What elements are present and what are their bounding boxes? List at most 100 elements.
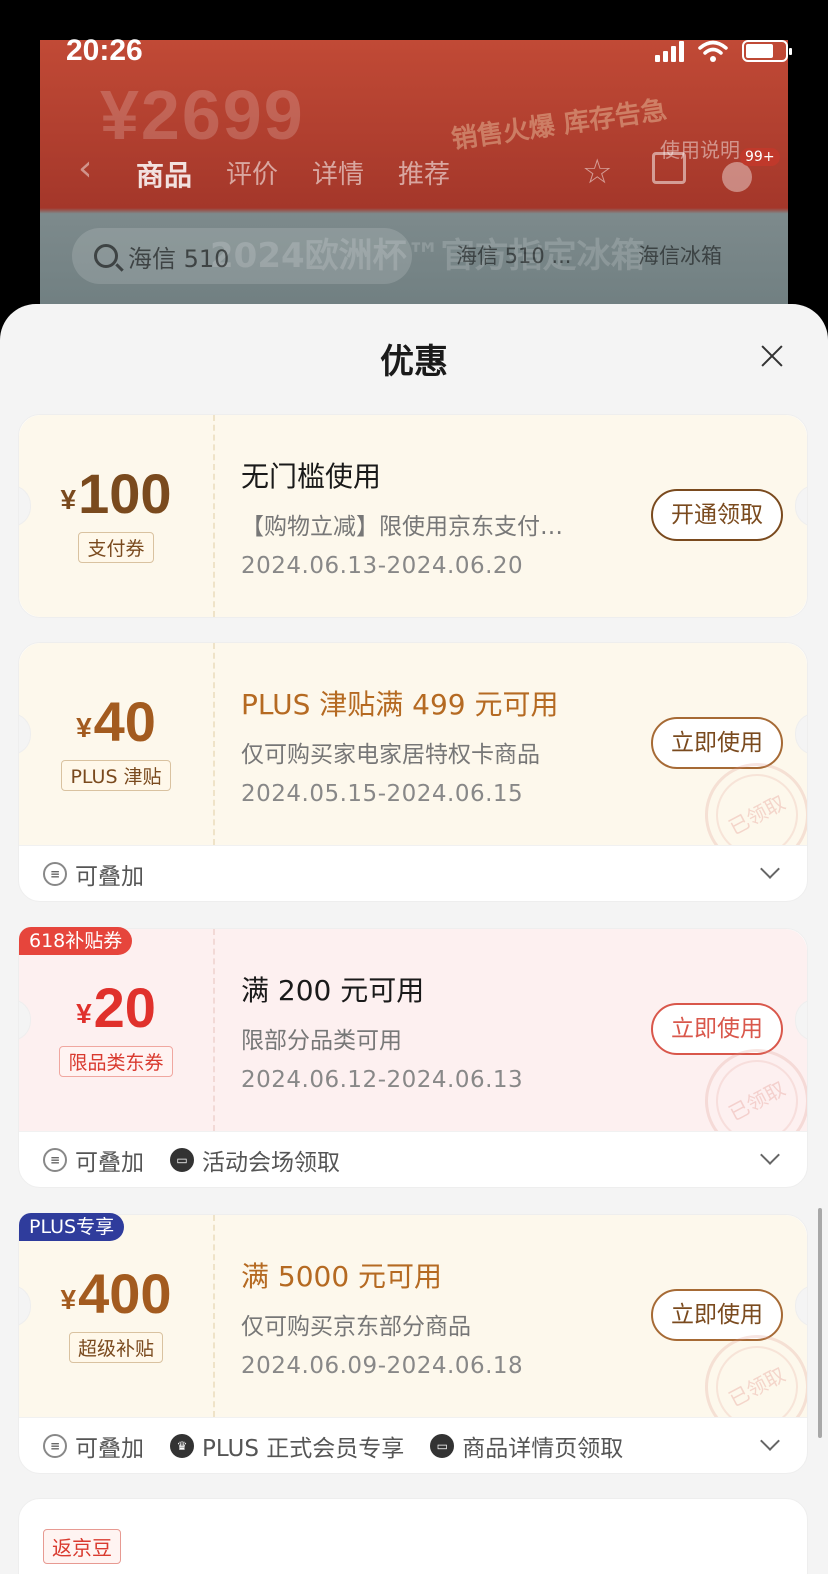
feature-venue: ▭ 活动会场领取 bbox=[170, 1143, 340, 1177]
coupon-amount-block: ¥400 超级补贴 bbox=[19, 1261, 213, 1363]
coupon-type-tag: 限品类东券 bbox=[59, 1046, 173, 1077]
feature-label: 可叠加 bbox=[75, 1149, 144, 1176]
coupon-info: 无门槛使用 【购物立减】限使用京东支付… 2024.06.13-2024.06.… bbox=[241, 455, 641, 579]
coupon-title: PLUS 津贴满 499 元可用 bbox=[241, 688, 559, 721]
feature-label: 活动会场领取 bbox=[202, 1149, 340, 1176]
chevron-down-icon[interactable] bbox=[760, 1431, 780, 1451]
stackable-icon: ≡ bbox=[43, 861, 67, 886]
banner-price: ¥2699 bbox=[100, 76, 305, 154]
tab-details[interactable]: 详情 bbox=[312, 154, 364, 194]
coupon-footer: ≡ 可叠加 bbox=[19, 845, 807, 901]
cart-badge: 99+ bbox=[740, 148, 780, 166]
chevron-down-icon[interactable] bbox=[760, 1145, 780, 1165]
claim-button[interactable]: 开通领取 bbox=[651, 489, 783, 541]
coupon-footer: ≡ 可叠加 ▭ 活动会场领取 bbox=[19, 1131, 807, 1187]
coupon-card: PLUS专享 ¥400 超级补贴 满 5000 元可用 仅可购买京东部分商品 2… bbox=[18, 1213, 808, 1474]
coupon-amount: ¥400 bbox=[19, 1261, 213, 1326]
more-icon[interactable] bbox=[722, 162, 752, 192]
close-icon[interactable] bbox=[758, 342, 786, 370]
coupon-amount: ¥20 bbox=[19, 975, 213, 1040]
use-now-button[interactable]: 立即使用 bbox=[651, 1289, 783, 1341]
corner-tag: PLUS专享 bbox=[19, 1213, 125, 1241]
coupon-ticket: ¥40 PLUS 津贴 PLUS 津贴满 499 元可用 仅可购买家电家居特权卡… bbox=[19, 643, 807, 845]
amount-value: 40 bbox=[93, 690, 156, 753]
use-now-button[interactable]: 立即使用 bbox=[651, 717, 783, 769]
coupon-amount-block: ¥40 PLUS 津贴 bbox=[19, 689, 213, 791]
amount-value: 400 bbox=[78, 1262, 172, 1325]
ticket-divider bbox=[213, 643, 215, 845]
coupon-type-tag: 支付券 bbox=[78, 532, 154, 563]
tab-recommend[interactable]: 推荐 bbox=[398, 154, 450, 194]
feature-label: 可叠加 bbox=[75, 863, 144, 890]
status-time: 20:26 bbox=[66, 34, 143, 67]
coupon-desc: 仅可购买京东部分商品 bbox=[241, 1314, 471, 1340]
coupon-date: 2024.06.09-2024.06.18 bbox=[241, 1353, 524, 1379]
crown-icon: ♛ bbox=[170, 1433, 194, 1458]
feature-stackable: ≡ 可叠加 bbox=[43, 1143, 144, 1177]
coupon-info: PLUS 津贴满 499 元可用 仅可购买家电家居特权卡商品 2024.05.1… bbox=[241, 683, 641, 807]
status-bar: 20:26 bbox=[0, 0, 828, 80]
stackable-icon: ≡ bbox=[43, 1433, 67, 1458]
currency-symbol: ¥ bbox=[60, 1284, 77, 1315]
chevron-down-icon[interactable] bbox=[760, 859, 780, 879]
coupon-info: 满 200 元可用 限部分品类可用 2024.06.12-2024.06.13 bbox=[241, 969, 641, 1093]
currency-symbol: ¥ bbox=[76, 712, 92, 743]
tab-reviews[interactable]: 评价 bbox=[226, 154, 278, 194]
feature-stackable: ≡ 可叠加 bbox=[43, 857, 144, 891]
product-tabs: 商品 评价 详情 推荐 bbox=[136, 154, 450, 194]
amount-value: 20 bbox=[93, 976, 156, 1039]
coupon-date: 2024.06.13-2024.06.20 bbox=[241, 553, 524, 579]
cellular-signal-icon bbox=[655, 40, 684, 62]
ticket-divider bbox=[213, 415, 215, 617]
coupon-card: ¥100 支付券 无门槛使用 【购物立减】限使用京东支付… 2024.06.13… bbox=[18, 414, 808, 618]
coupon-sheet: 优惠 ¥100 支付券 无门槛使用 【购物立减】限使用京东支付… 2024.06… bbox=[0, 304, 828, 1574]
coupon-amount-block: ¥20 限品类东券 bbox=[19, 975, 213, 1077]
coupon-amount-block: ¥100 支付券 bbox=[19, 461, 213, 563]
sheet-title: 优惠 bbox=[380, 342, 448, 382]
use-now-button[interactable]: 立即使用 bbox=[651, 1003, 783, 1055]
currency-symbol: ¥ bbox=[76, 998, 92, 1029]
coupon-date: 2024.05.15-2024.06.15 bbox=[241, 781, 524, 807]
coupon-amount: ¥40 bbox=[19, 689, 213, 754]
stackable-icon: ≡ bbox=[43, 1147, 67, 1172]
coupon-footer: ≡ 可叠加 ♛ PLUS 正式会员专享 ▭ 商品详情页领取 bbox=[19, 1417, 807, 1473]
corner-tag: 618补贴券 bbox=[19, 927, 133, 955]
ticket-icon: ▭ bbox=[430, 1433, 455, 1458]
coupon-desc: 仅可购买家电家居特权卡商品 bbox=[241, 742, 540, 768]
coupon-type-tag: PLUS 津贴 bbox=[61, 760, 171, 791]
scrollbar[interactable] bbox=[818, 1208, 822, 1438]
coupon-type-tag: 超级补贴 bbox=[68, 1332, 163, 1363]
feature-plus-member: ♛ PLUS 正式会员专享 bbox=[170, 1429, 404, 1463]
coupon-ticket: ¥400 超级补贴 满 5000 元可用 仅可购买京东部分商品 2024.06.… bbox=[19, 1215, 807, 1417]
help-link[interactable]: 使用说明 bbox=[660, 134, 740, 163]
feature-stackable: ≡ 可叠加 bbox=[43, 1429, 144, 1463]
coupon-ticket: ¥100 支付券 无门槛使用 【购物立减】限使用京东支付… 2024.06.13… bbox=[19, 415, 807, 617]
coupon-card: 返京豆 bbox=[18, 1498, 808, 1574]
amount-value: 100 bbox=[78, 462, 172, 525]
favorite-star-icon[interactable]: ☆ bbox=[582, 152, 612, 192]
feature-detail-page: ▭ 商品详情页领取 bbox=[430, 1429, 623, 1463]
search-chip[interactable]: 海信 510 ... bbox=[456, 240, 571, 270]
currency-symbol: ¥ bbox=[60, 484, 77, 515]
coupon-date: 2024.06.12-2024.06.13 bbox=[241, 1067, 524, 1093]
search-bar[interactable]: 海信 510 bbox=[72, 228, 412, 284]
coupon-type-tag: 返京豆 bbox=[43, 1529, 121, 1564]
ticket-icon: ▭ bbox=[170, 1147, 194, 1172]
wifi-icon bbox=[698, 40, 728, 62]
coupon-info: 满 5000 元可用 仅可购买京东部分商品 2024.06.09-2024.06… bbox=[241, 1255, 641, 1379]
search-chip[interactable]: 海信冰箱 bbox=[638, 240, 722, 270]
coupon-card: ¥40 PLUS 津贴 PLUS 津贴满 499 元可用 仅可购买家电家居特权卡… bbox=[18, 642, 808, 902]
coupon-amount: ¥100 bbox=[19, 461, 213, 526]
ticket-divider bbox=[213, 929, 215, 1131]
coupon-ticket: ¥20 限品类东券 满 200 元可用 限部分品类可用 2024.06.12-2… bbox=[19, 929, 807, 1131]
feature-label: 商品详情页领取 bbox=[462, 1435, 624, 1462]
tab-product[interactable]: 商品 bbox=[136, 154, 192, 194]
status-icons bbox=[655, 40, 792, 62]
coupon-title: 满 200 元可用 bbox=[241, 974, 425, 1007]
coupon-desc: 限部分品类可用 bbox=[241, 1028, 402, 1054]
feature-label: PLUS 正式会员专享 bbox=[202, 1435, 405, 1462]
back-icon[interactable]: ‹ bbox=[78, 148, 92, 189]
ticket-divider bbox=[213, 1215, 215, 1417]
coupon-title: 满 5000 元可用 bbox=[241, 1260, 443, 1293]
feature-label: 可叠加 bbox=[75, 1435, 144, 1462]
